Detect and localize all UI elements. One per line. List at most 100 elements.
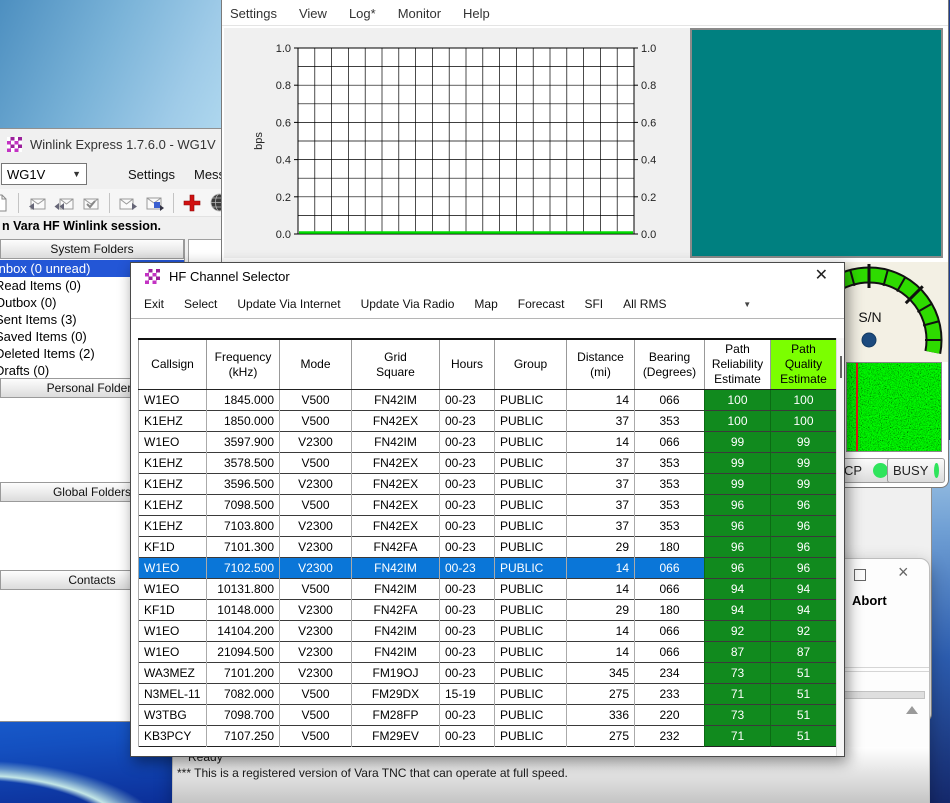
channel-row[interactable]: W1EO7102.500V2300FN42IM00-23PUBLIC140669… — [139, 558, 837, 579]
gauge-needle-pivot — [862, 333, 876, 347]
system-folders-header[interactable]: System Folders — [0, 239, 184, 259]
channel-cell: 29 — [567, 600, 635, 621]
menu-help[interactable]: Help — [463, 6, 490, 21]
column-header[interactable]: Frequency (kHz) — [207, 339, 280, 390]
bps-graph: 1.01.00.80.80.60.60.40.40.20.20.00.0bps — [224, 28, 690, 258]
dropdown-arrow-icon: ▼ — [72, 169, 86, 179]
menu-select[interactable]: Select — [184, 297, 217, 311]
menu-exit[interactable]: Exit — [144, 297, 164, 311]
channel-cell: V500 — [280, 726, 352, 747]
scrollbar-thumb[interactable] — [840, 356, 842, 378]
channel-cell: PUBLIC — [495, 537, 567, 558]
channel-cell: 353 — [635, 453, 705, 474]
menu-update-via-radio[interactable]: Update Via Radio — [361, 297, 455, 311]
column-header[interactable]: Bearing (Degrees) — [635, 339, 705, 390]
svg-text:0.2: 0.2 — [641, 192, 656, 204]
rms-filter-select[interactable]: All RMS ▼ — [623, 297, 751, 311]
channel-cell: FN42IM — [352, 432, 440, 453]
new-message-icon[interactable] — [0, 192, 12, 214]
channel-cell: 14 — [567, 579, 635, 600]
column-header[interactable]: Distance (mi) — [567, 339, 635, 390]
channel-row[interactable]: K1EHZ7098.500V500FN42EX00-23PUBLIC373539… — [139, 495, 837, 516]
menu-forecast[interactable]: Forecast — [518, 297, 565, 311]
table-scrollbar[interactable] — [836, 338, 845, 756]
column-header[interactable]: Path Reliability Estimate — [705, 339, 771, 390]
channel-cell: V500 — [280, 495, 352, 516]
channel-row[interactable]: KF1D10148.000V2300FN42FA00-23PUBLIC29180… — [139, 600, 837, 621]
column-header[interactable]: Mode — [280, 339, 352, 390]
dropdown-arrow-icon: ▼ — [743, 300, 751, 309]
column-header[interactable]: Hours — [440, 339, 495, 390]
menu-settings[interactable]: Settings — [128, 167, 175, 182]
reply-all-icon[interactable] — [52, 192, 76, 214]
channel-cell: 00-23 — [440, 516, 495, 537]
channel-cell: 21094.500 — [207, 642, 280, 663]
channel-cell: K1EHZ — [139, 516, 207, 537]
channel-row[interactable]: KF1D7101.300V2300FN42FA00-23PUBLIC291809… — [139, 537, 837, 558]
channel-cell: 00-23 — [440, 726, 495, 747]
winlink-session-status: n Vara HF Winlink session. — [2, 219, 161, 233]
channel-cell: 00-23 — [440, 495, 495, 516]
accept-icon[interactable] — [79, 192, 103, 214]
channel-cell: W1EO — [139, 579, 207, 600]
menu-map[interactable]: Map — [474, 297, 497, 311]
channel-row[interactable]: W1EO14104.200V2300FN42IM00-23PUBLIC14066… — [139, 621, 837, 642]
channel-cell: PUBLIC — [495, 684, 567, 705]
column-header[interactable]: Group — [495, 339, 567, 390]
menu-view[interactable]: View — [299, 6, 327, 21]
channel-cell: K1EHZ — [139, 411, 207, 432]
reply-icon[interactable] — [25, 192, 49, 214]
channel-row[interactable]: W1EO21094.500V2300FN42IM00-23PUBLIC14066… — [139, 642, 837, 663]
channel-row[interactable]: W1EO1845.000V500FN42IM00-23PUBLIC1406610… — [139, 390, 837, 411]
close-icon[interactable]: ✕ — [815, 268, 828, 284]
channel-cell: FN42FA — [352, 600, 440, 621]
channel-row[interactable]: K1EHZ3578.500V500FN42EX00-23PUBLIC373539… — [139, 453, 837, 474]
channel-row[interactable]: KB3PCY7107.250V500FM29EV00-23PUBLIC27523… — [139, 726, 837, 747]
column-header[interactable]: Callsign — [139, 339, 207, 390]
channel-row[interactable]: W1EO10131.800V500FN42IM00-23PUBLIC140669… — [139, 579, 837, 600]
channel-cell: V500 — [280, 684, 352, 705]
channel-cell: W3TBG — [139, 705, 207, 726]
close-icon[interactable]: × — [898, 563, 909, 581]
channel-cell: V500 — [280, 390, 352, 411]
maximize-icon[interactable] — [854, 569, 866, 581]
channel-row[interactable]: W1EO3597.900V2300FN42IM00-23PUBLIC140669… — [139, 432, 837, 453]
channel-cell: N3MEL-11 — [139, 684, 207, 705]
channel-row[interactable]: W3TBG7098.700V500FM28FP00-23PUBLIC336220… — [139, 705, 837, 726]
channel-cell: 37 — [567, 516, 635, 537]
channel-cell: 353 — [635, 495, 705, 516]
callsign-select[interactable]: WG1V ▼ — [1, 163, 87, 185]
channel-cell: 96 — [771, 516, 837, 537]
channel-row[interactable]: WA3MEZ7101.200V2300FM19OJ00-23PUBLIC3452… — [139, 663, 837, 684]
delete-cross-icon[interactable] — [180, 192, 204, 214]
scroll-up-icon[interactable] — [906, 706, 918, 714]
channel-cell: KB3PCY — [139, 726, 207, 747]
move-message-icon[interactable] — [143, 192, 167, 214]
menu-log[interactable]: Log* — [349, 6, 376, 21]
channel-row[interactable]: N3MEL-117082.000V500FM29DX15-19PUBLIC275… — [139, 684, 837, 705]
menu-settings[interactable]: Settings — [230, 6, 277, 21]
channel-row[interactable]: K1EHZ3596.500V2300FN42EX00-23PUBLIC37353… — [139, 474, 837, 495]
channel-cell: K1EHZ — [139, 474, 207, 495]
column-header[interactable]: Path Quality Estimate — [771, 339, 837, 390]
channel-cell: 00-23 — [440, 474, 495, 495]
channel-cell: 336 — [567, 705, 635, 726]
svg-text:0.4: 0.4 — [641, 155, 656, 167]
channel-cell: V2300 — [280, 663, 352, 684]
channel-cell: V2300 — [280, 621, 352, 642]
toolbar-separator — [109, 193, 110, 213]
channel-cell: FN42EX — [352, 474, 440, 495]
menu-update-via-internet[interactable]: Update Via Internet — [237, 297, 340, 311]
channel-row[interactable]: K1EHZ1850.000V500FN42EX00-23PUBLIC373531… — [139, 411, 837, 432]
channel-cell: FN42EX — [352, 453, 440, 474]
channel-cell: W1EO — [139, 621, 207, 642]
abort-button[interactable]: Abort — [852, 593, 887, 608]
channel-cell: 066 — [635, 390, 705, 411]
column-header[interactable]: Grid Square — [352, 339, 440, 390]
hf-selector-titlebar[interactable]: HF Channel Selector ✕ — [131, 263, 844, 289]
menu-monitor[interactable]: Monitor — [398, 6, 441, 21]
menu-sfi[interactable]: SFI — [584, 297, 603, 311]
forward-icon[interactable] — [116, 192, 140, 214]
channel-cell: 51 — [771, 684, 837, 705]
channel-row[interactable]: K1EHZ7103.800V2300FN42EX00-23PUBLIC37353… — [139, 516, 837, 537]
